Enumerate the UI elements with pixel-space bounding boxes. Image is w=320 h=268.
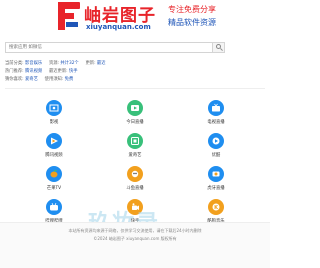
app-label: 爱奇艺 [128,153,142,158]
app-label: 今日直播 [126,120,144,125]
app-label: 芒果TV [46,186,62,191]
footer-copyright[interactable]: ©2024 岫岩图子 xiuyanquan.com 版权所有 [0,236,270,242]
huya-icon [208,166,224,182]
category-link[interactable]: 影音娱乐 [25,61,42,66]
app-item[interactable]: 影视 [29,100,79,130]
youku-icon [208,133,224,149]
tencent-video-icon [46,133,62,149]
film-icon [46,100,62,116]
app-item[interactable]: 芒果TV [29,166,79,196]
slogan-line2: 精品软件资源 [168,18,216,27]
info-line-category: 当前分类: 影音娱乐 资源: 共计32个 更新: 最近 [5,61,106,66]
logo-f-icon[interactable] [58,2,80,30]
app-label: 斗鱼直播 [126,186,144,191]
slogan-line1: 专注免费分享 [168,5,216,14]
app-label: 优酷 [211,153,221,158]
info-line-guess: 猜你喜欢: 爱奇艺 使用须知: 免费 [5,77,74,82]
app-label: 影视 [49,120,59,125]
app-item[interactable]: 今日直播 [110,100,160,130]
divider [5,88,265,89]
live-icon [127,100,143,116]
site-header: 岫岩图子 xiuyanquan.com 专注免费分享 精品软件资源 [0,0,270,36]
site-footer: 本站所有资源均来源于网络，仅供学习交流使用，请在下载后24小时内删除 ©2024… [0,222,270,268]
info-line-hot: 热门推荐: 腾讯视频 最近更新: 快手 [5,69,78,74]
app-label: 电视直播 [207,120,225,125]
app-item[interactable]: 电视直播 [191,100,241,130]
hot-link[interactable]: 腾讯视频 [25,69,42,74]
app-item[interactable]: 爱奇艺 [110,133,160,163]
mango-icon [46,166,62,182]
app-label: 虎牙直播 [207,186,225,191]
kugou-icon: K [208,199,224,215]
recent-link[interactable]: 快手 [69,69,78,74]
bilibili-icon [46,199,62,215]
search-button[interactable] [212,43,224,52]
footer-disclaimer: 本站所有资源均来源于网络，仅供学习交流使用，请在下载后24小时内删除 [68,228,202,233]
guess-link[interactable]: 爱奇艺 [25,77,38,82]
tv-icon [208,100,224,116]
app-label: 腾讯视频 [45,153,63,158]
app-item[interactable]: 优酷 [191,133,241,163]
iqiyi-icon [127,133,143,149]
logo-url[interactable]: xiuyanquan.com [86,23,151,31]
search-input[interactable] [6,43,211,52]
search-box [5,42,225,53]
app-item[interactable]: 腾讯视频 [29,133,79,163]
app-item[interactable]: 虎牙直播 [191,166,241,196]
douyu-icon [127,166,143,182]
app-item[interactable]: 斗鱼直播 [110,166,160,196]
